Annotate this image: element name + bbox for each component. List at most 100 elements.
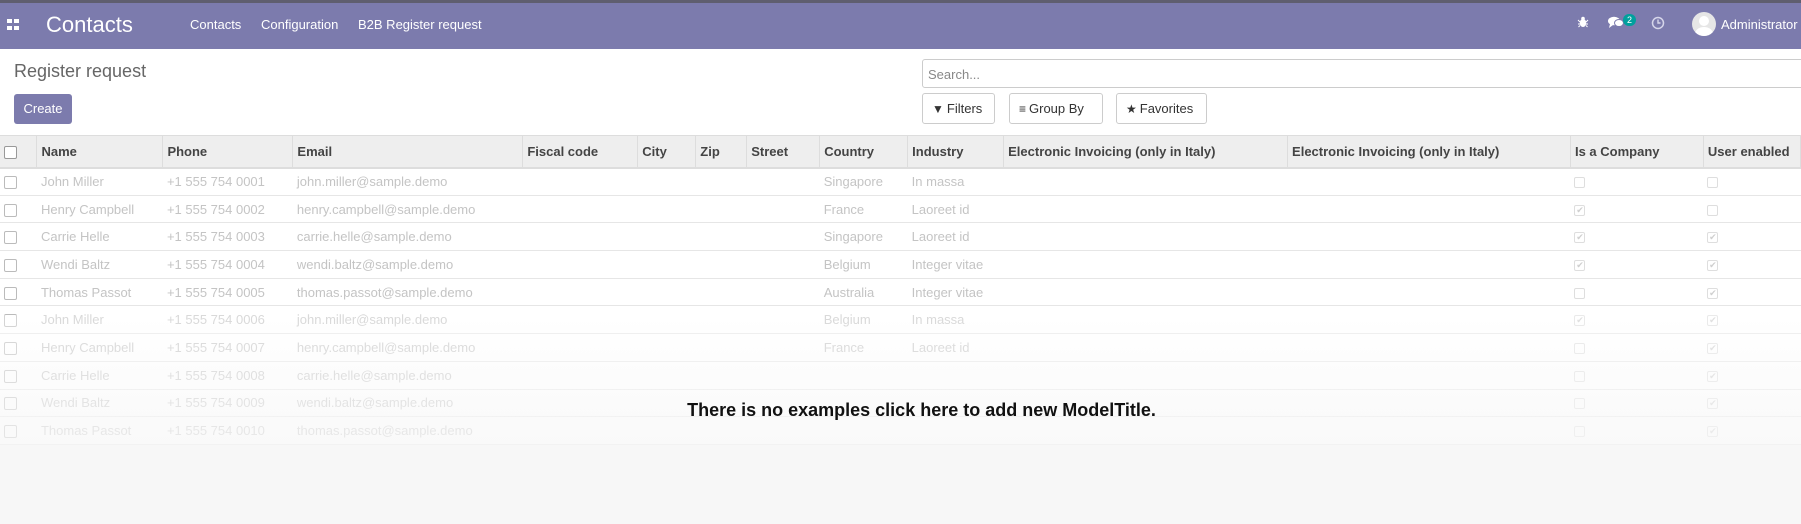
- cell-phone: +1 555 754 0004: [166, 256, 265, 272]
- user-name[interactable]: Administrator: [1721, 17, 1798, 32]
- column-header[interactable]: Phone: [162, 135, 294, 168]
- cell-industry: In massa: [911, 174, 965, 190]
- row-checkbox[interactable]: [4, 203, 17, 217]
- no-content-helper[interactable]: There is no examples click here to add n…: [0, 400, 1801, 421]
- menu-contacts[interactable]: Contacts: [190, 17, 241, 32]
- cell-zip: [696, 223, 747, 251]
- cell-industry: Laoreet id: [911, 229, 970, 245]
- favorites-button[interactable]: ★ Favorites: [1116, 93, 1207, 124]
- cell-city: [638, 168, 696, 196]
- column-header[interactable]: Country: [819, 135, 909, 168]
- search-input[interactable]: Search...: [922, 59, 1801, 88]
- empty-area: [0, 445, 1801, 524]
- cell-city: [638, 251, 696, 279]
- table-row[interactable]: Carrie Helle +1 555 754 0003 carrie.helle@…: [0, 223, 1801, 251]
- group-by-button[interactable]: ≡ Group By: [1009, 93, 1103, 124]
- cell-einvoice-2: [1288, 278, 1571, 306]
- cell-fiscal-code: [523, 168, 638, 196]
- star-icon: ★: [1126, 102, 1137, 116]
- cell-email: henry.campbell@sample.demo: [296, 201, 476, 217]
- cell-user-enabled: ✔: [1703, 251, 1800, 279]
- column-header[interactable]: Electronic Invoicing (only in Italy): [1287, 135, 1571, 168]
- create-button[interactable]: Create: [14, 94, 72, 124]
- cell-email: john.miller@sample.demo: [296, 174, 448, 190]
- row-checkbox[interactable]: [4, 231, 17, 245]
- user-enabled-checkbox: ✔: [1707, 259, 1719, 271]
- cell-einvoice-1: [1004, 251, 1288, 279]
- row-checkbox[interactable]: [4, 176, 17, 190]
- cell-select: [0, 195, 37, 223]
- app-title[interactable]: Contacts: [46, 12, 133, 38]
- column-header[interactable]: User enabled: [1703, 135, 1801, 168]
- menu-b2b-register-request[interactable]: B2B Register request: [358, 17, 482, 32]
- bug-icon[interactable]: [1577, 16, 1589, 31]
- cell-street: [747, 251, 820, 279]
- cell-einvoice-1: [1004, 168, 1288, 196]
- cell-email: wendi.baltz@sample.demo: [296, 256, 454, 272]
- row-checkbox[interactable]: [4, 258, 17, 272]
- clock-icon[interactable]: [1651, 16, 1665, 33]
- cell-name: John Miller: [40, 174, 104, 190]
- cell-city: [638, 195, 696, 223]
- column-header[interactable]: Fiscal code: [522, 135, 639, 168]
- table-row[interactable]: Henry Campbell +1 555 754 0002 henry.campb…: [0, 195, 1801, 223]
- column-header[interactable]: Industry: [907, 135, 1005, 168]
- messages-badge: 2: [1623, 14, 1637, 26]
- cell-country: Belgium: [823, 256, 871, 272]
- table-row[interactable]: John Miller +1 555 754 0001 john.miller@sa…: [0, 168, 1801, 196]
- cell-select: [0, 168, 37, 196]
- column-header[interactable]: Electronic Invoicing (only in Italy): [1003, 135, 1289, 168]
- cell-phone: +1 555 754 0005: [166, 284, 265, 300]
- cell-select: [0, 278, 37, 306]
- cell-einvoice-2: [1288, 223, 1571, 251]
- cell-is-company: [1570, 278, 1703, 306]
- cell-zip: [696, 195, 747, 223]
- cell-street: [747, 168, 820, 196]
- user-enabled-checkbox: ✔: [1707, 287, 1719, 299]
- column-header[interactable]: Email: [292, 135, 524, 168]
- cell-country: Singapore: [823, 229, 883, 245]
- is-company-checkbox: ✔: [1574, 204, 1586, 216]
- chat-icon[interactable]: [1608, 16, 1624, 32]
- is-company-checkbox: [1574, 287, 1586, 299]
- cell-select: [0, 251, 37, 279]
- cell-zip: [696, 278, 747, 306]
- apps-icon[interactable]: [7, 19, 21, 31]
- table-row[interactable]: Wendi Baltz +1 555 754 0004 wendi.baltz@sa…: [0, 251, 1801, 279]
- favorites-label: Favorites: [1139, 101, 1194, 116]
- user-enabled-checkbox: [1707, 177, 1719, 189]
- column-header[interactable]: Name: [36, 135, 164, 168]
- column-header[interactable]: Zip: [695, 135, 748, 168]
- row-checkbox[interactable]: [4, 286, 17, 300]
- column-header[interactable]: City: [637, 135, 697, 168]
- filter-icon: ▼: [932, 102, 944, 116]
- select-all-checkbox[interactable]: [4, 145, 17, 159]
- cell-industry: Integer vitae: [911, 256, 984, 272]
- filters-button[interactable]: ▼ Filters: [922, 93, 995, 124]
- cell-phone: +1 555 754 0001: [166, 174, 265, 190]
- cell-name: Henry Campbell: [40, 201, 135, 217]
- menu-configuration[interactable]: Configuration: [261, 17, 338, 32]
- cell-is-company: ✔: [1570, 223, 1703, 251]
- cell-street: [747, 278, 820, 306]
- table-row[interactable]: Thomas Passot +1 555 754 0005 thomas.passo…: [0, 278, 1801, 306]
- cell-country: Singapore: [823, 174, 883, 190]
- top-navbar: Contacts Contacts Configuration B2B Regi…: [0, 0, 1801, 49]
- cell-einvoice-1: [1004, 195, 1288, 223]
- cell-is-company: ✔: [1570, 251, 1703, 279]
- select-all-cell[interactable]: [0, 135, 38, 168]
- column-header[interactable]: Street: [746, 135, 821, 168]
- cell-phone: +1 555 754 0002: [166, 201, 265, 217]
- avatar[interactable]: [1692, 12, 1716, 36]
- cell-industry: Laoreet id: [911, 201, 970, 217]
- cell-name: Carrie Helle: [40, 229, 110, 245]
- cell-city: [638, 278, 696, 306]
- cell-zip: [696, 251, 747, 279]
- user-enabled-checkbox: ✔: [1707, 232, 1719, 244]
- cell-email: carrie.helle@sample.demo: [296, 229, 452, 245]
- column-header[interactable]: Is a Company: [1570, 135, 1704, 168]
- cell-einvoice-2: [1288, 168, 1571, 196]
- cell-fiscal-code: [523, 251, 638, 279]
- cell-street: [747, 195, 820, 223]
- list-icon: ≡: [1019, 102, 1027, 116]
